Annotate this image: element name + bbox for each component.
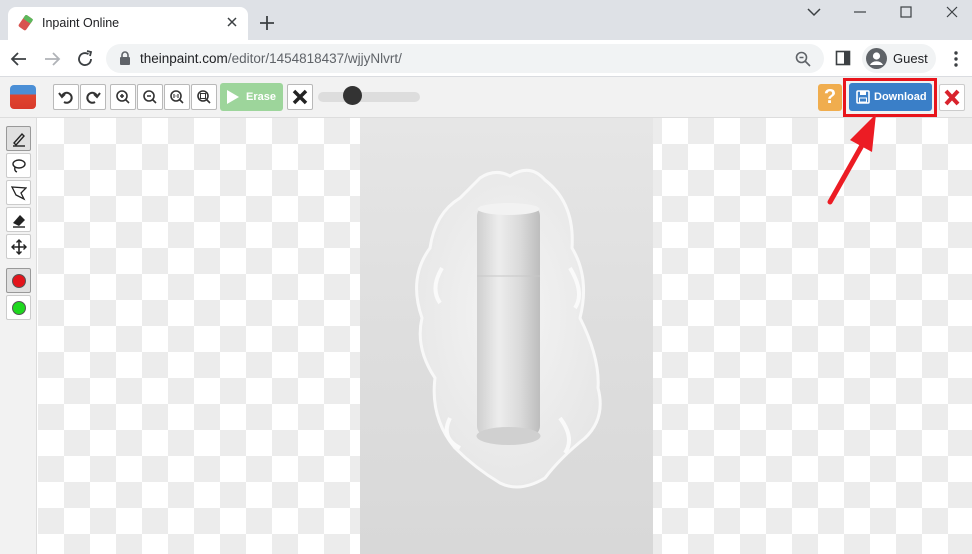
polygon-lasso-tool[interactable] xyxy=(6,180,31,205)
browser-menu-icon[interactable] xyxy=(948,50,964,68)
save-floppy-icon xyxy=(856,90,870,104)
help-button[interactable]: ? xyxy=(818,84,842,111)
url-domain: theinpaint.com xyxy=(140,51,228,66)
annotation-arrow-icon xyxy=(827,114,876,205)
zoom-actual-size-icon xyxy=(170,90,184,104)
close-editor-button[interactable] xyxy=(939,84,965,111)
eraser-icon xyxy=(13,215,25,228)
url-text: theinpaint.com/editor/1454818437/wjjyNlv… xyxy=(140,51,402,66)
browser-address-row: theinpaint.com/editor/1454818437/wjjyNlv… xyxy=(0,40,972,77)
bottle-in-cream-image xyxy=(415,168,602,489)
green-swatch xyxy=(12,301,26,315)
erase-label: Erase xyxy=(246,91,276,103)
clear-x-icon xyxy=(292,89,308,105)
close-red-x-icon xyxy=(944,89,960,106)
zoom-fit-button[interactable] xyxy=(191,84,217,110)
move-tool[interactable] xyxy=(6,234,31,259)
download-button[interactable]: Download xyxy=(849,83,932,111)
browser-tab[interactable]: Inpaint Online xyxy=(8,7,248,40)
erase-button[interactable]: Erase xyxy=(220,83,283,111)
tab-title: Inpaint Online xyxy=(42,16,120,30)
brush-size-slider[interactable] xyxy=(318,86,420,105)
green-color-button[interactable] xyxy=(6,295,31,320)
lasso-icon xyxy=(12,159,26,173)
polygon-lasso-icon xyxy=(11,186,27,201)
redo-button[interactable] xyxy=(80,84,106,110)
product-photo[interactable] xyxy=(360,118,653,554)
undo-icon xyxy=(58,91,73,104)
move-icon xyxy=(11,239,27,255)
inpaint-favicon-icon xyxy=(18,15,33,31)
zoom-in-icon xyxy=(116,90,130,104)
undo-button[interactable] xyxy=(53,84,79,110)
red-color-button[interactable] xyxy=(6,268,31,293)
tool-palette xyxy=(0,118,37,554)
slider-track[interactable] xyxy=(318,92,420,102)
eraser-tool[interactable] xyxy=(6,207,31,232)
zoom-out-icon xyxy=(143,90,157,104)
lock-icon[interactable] xyxy=(118,51,132,66)
close-tab-icon[interactable] xyxy=(222,12,242,32)
minimize-icon[interactable] xyxy=(848,4,872,20)
slider-thumb[interactable] xyxy=(343,86,362,105)
side-panel-icon[interactable] xyxy=(835,50,851,66)
profile-name: Guest xyxy=(893,51,928,66)
tab-search-chevron-icon[interactable] xyxy=(804,4,824,20)
zoom-in-button[interactable] xyxy=(110,84,136,110)
zoom-actual-size-button[interactable] xyxy=(164,84,190,110)
reload-icon[interactable] xyxy=(74,48,96,70)
back-icon[interactable] xyxy=(8,48,30,70)
forward-icon[interactable] xyxy=(41,48,63,70)
lasso-tool[interactable] xyxy=(6,153,31,178)
play-icon xyxy=(227,90,239,104)
zoom-fit-icon xyxy=(197,90,211,104)
avatar-icon xyxy=(866,48,887,69)
address-bar[interactable]: theinpaint.com/editor/1454818437/wjjyNlv… xyxy=(106,44,824,73)
marker-tool[interactable] xyxy=(6,126,31,151)
window-close-icon[interactable] xyxy=(940,4,964,20)
download-label: Download xyxy=(874,91,927,103)
redo-icon xyxy=(86,91,101,104)
zoom-magnifier-icon[interactable] xyxy=(794,50,812,68)
profile-button[interactable]: Guest xyxy=(862,44,936,73)
new-tab-icon[interactable] xyxy=(256,12,278,34)
inpaint-logo[interactable] xyxy=(10,85,36,109)
maximize-icon[interactable] xyxy=(894,4,918,20)
url-path: /editor/1454818437/wjjyNlvrt/ xyxy=(227,51,402,66)
zoom-out-button[interactable] xyxy=(137,84,163,110)
red-swatch xyxy=(12,274,26,288)
browser-tab-strip: Inpaint Online xyxy=(0,0,972,40)
clear-selection-button[interactable] xyxy=(287,84,313,110)
marker-icon xyxy=(13,132,25,147)
